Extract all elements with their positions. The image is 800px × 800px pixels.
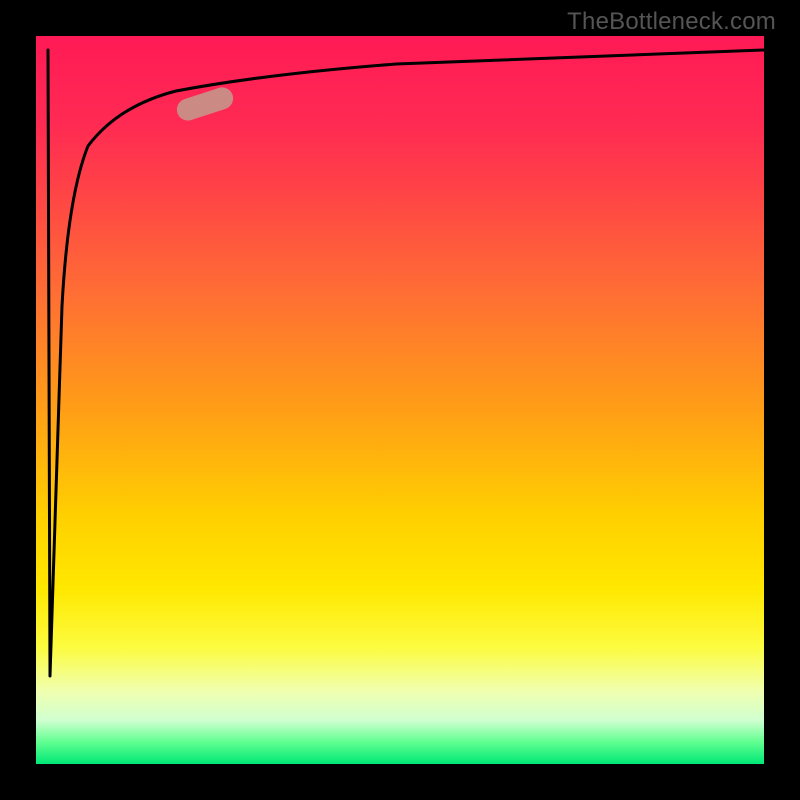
bottleneck-curve — [48, 50, 764, 676]
watermark-label: TheBottleneck.com — [567, 8, 776, 36]
plot-area — [36, 36, 764, 764]
chart-container: TheBottleneck.com — [0, 0, 800, 800]
curve-svg — [36, 36, 764, 764]
